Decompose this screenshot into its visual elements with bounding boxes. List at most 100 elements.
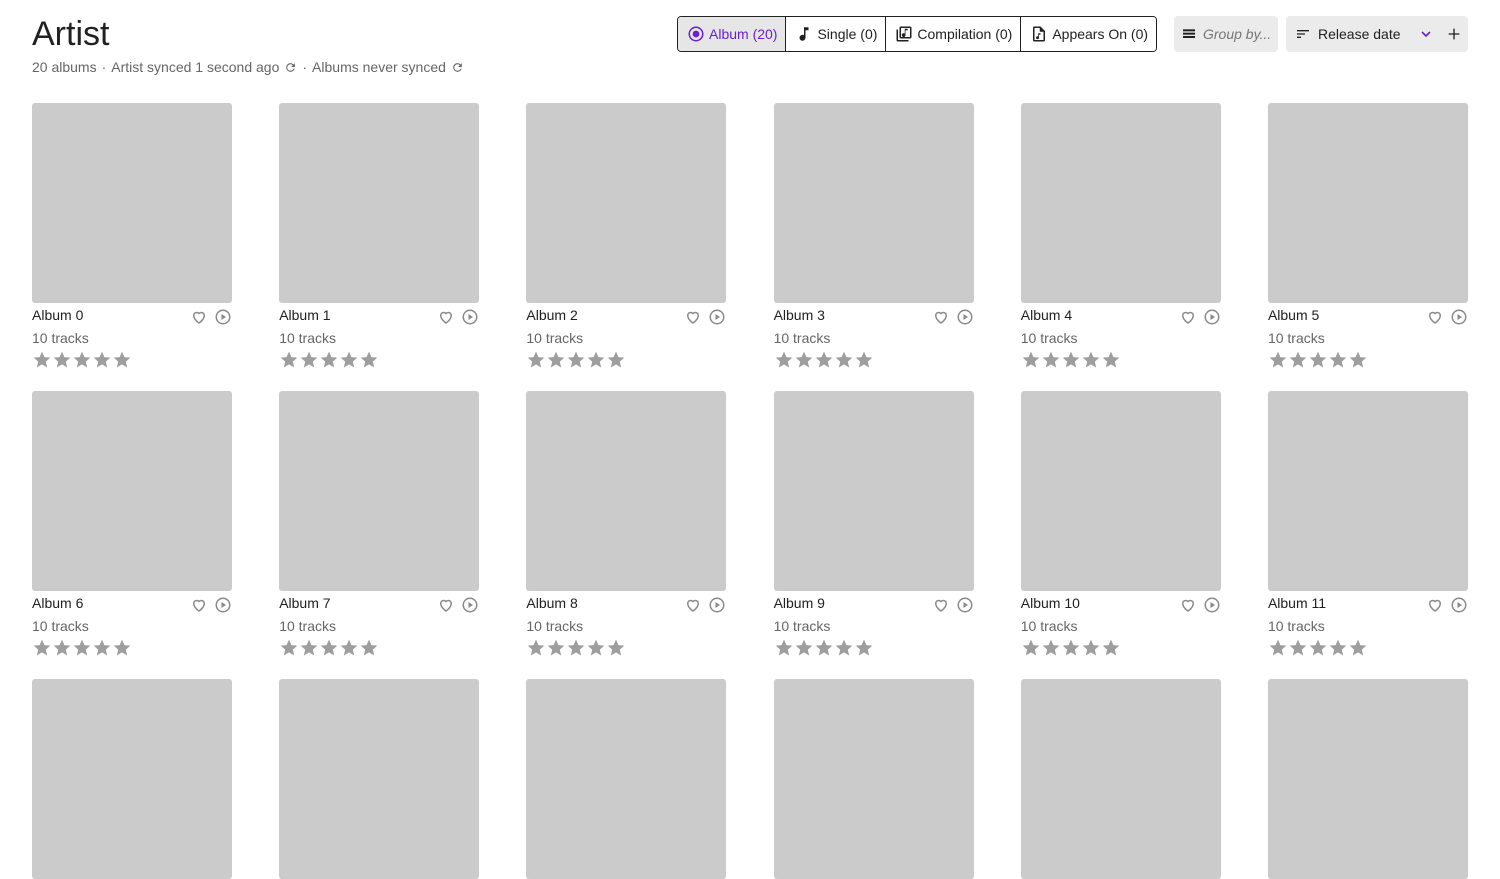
- album-cover[interactable]: [1020, 679, 1221, 879]
- album-cover[interactable]: [279, 103, 480, 303]
- album-cover[interactable]: [32, 391, 232, 591]
- star-icon[interactable]: [1288, 638, 1308, 658]
- star-icon[interactable]: [566, 638, 586, 658]
- heart-icon[interactable]: [932, 308, 950, 326]
- star-icon[interactable]: [1021, 638, 1041, 658]
- star-icon[interactable]: [586, 638, 606, 658]
- star-icon[interactable]: [1041, 638, 1061, 658]
- star-icon[interactable]: [339, 350, 359, 370]
- star-icon[interactable]: [834, 638, 854, 658]
- star-icon[interactable]: [566, 350, 586, 370]
- star-icon[interactable]: [112, 350, 132, 370]
- star-icon[interactable]: [72, 350, 92, 370]
- star-icon[interactable]: [814, 638, 834, 658]
- heart-icon[interactable]: [684, 596, 702, 614]
- star-icon[interactable]: [526, 350, 546, 370]
- heart-icon[interactable]: [190, 308, 208, 326]
- star-icon[interactable]: [1081, 638, 1101, 658]
- star-icon[interactable]: [1041, 350, 1061, 370]
- play-icon[interactable]: [461, 596, 479, 614]
- star-icon[interactable]: [1081, 350, 1101, 370]
- chevron-down-icon[interactable]: [1418, 26, 1434, 42]
- filter-album-button[interactable]: Album (20): [678, 17, 787, 51]
- add-sort-icon[interactable]: [1446, 26, 1462, 42]
- filter-single-button[interactable]: Single (0): [786, 17, 887, 51]
- star-icon[interactable]: [1348, 350, 1368, 370]
- album-cover[interactable]: [773, 391, 974, 591]
- album-cover[interactable]: [773, 103, 974, 303]
- heart-icon[interactable]: [437, 308, 455, 326]
- star-icon[interactable]: [546, 350, 566, 370]
- star-icon[interactable]: [586, 350, 606, 370]
- refresh-albums-icon[interactable]: [451, 61, 464, 74]
- play-icon[interactable]: [1450, 308, 1468, 326]
- star-icon[interactable]: [1308, 638, 1328, 658]
- play-icon[interactable]: [1203, 308, 1221, 326]
- star-icon[interactable]: [92, 350, 112, 370]
- star-icon[interactable]: [1061, 638, 1081, 658]
- sort-select[interactable]: Release date: [1286, 16, 1468, 52]
- album-cover[interactable]: [526, 391, 727, 591]
- star-icon[interactable]: [774, 638, 794, 658]
- album-cover[interactable]: [526, 679, 727, 879]
- play-icon[interactable]: [214, 596, 232, 614]
- star-icon[interactable]: [1021, 350, 1041, 370]
- group-by-select[interactable]: Group by...: [1174, 16, 1278, 52]
- play-icon[interactable]: [461, 308, 479, 326]
- star-icon[interactable]: [1101, 638, 1121, 658]
- star-icon[interactable]: [1288, 350, 1308, 370]
- heart-icon[interactable]: [1426, 308, 1444, 326]
- star-icon[interactable]: [319, 350, 339, 370]
- star-icon[interactable]: [774, 350, 794, 370]
- star-icon[interactable]: [606, 638, 626, 658]
- heart-icon[interactable]: [1179, 596, 1197, 614]
- play-icon[interactable]: [956, 308, 974, 326]
- album-cover[interactable]: [773, 679, 974, 879]
- star-icon[interactable]: [546, 638, 566, 658]
- heart-icon[interactable]: [1426, 596, 1444, 614]
- album-cover[interactable]: [1267, 679, 1468, 879]
- album-cover[interactable]: [279, 679, 480, 879]
- album-cover[interactable]: [1267, 103, 1468, 303]
- star-icon[interactable]: [1268, 638, 1288, 658]
- filter-compilation-button[interactable]: Compilation (0): [886, 17, 1022, 51]
- play-icon[interactable]: [708, 308, 726, 326]
- album-cover[interactable]: [32, 103, 232, 303]
- star-icon[interactable]: [854, 638, 874, 658]
- star-icon[interactable]: [1101, 350, 1121, 370]
- star-icon[interactable]: [606, 350, 626, 370]
- star-icon[interactable]: [32, 350, 52, 370]
- star-icon[interactable]: [279, 638, 299, 658]
- star-icon[interactable]: [814, 350, 834, 370]
- star-icon[interactable]: [794, 638, 814, 658]
- heart-icon[interactable]: [190, 596, 208, 614]
- album-cover[interactable]: [526, 103, 727, 303]
- star-icon[interactable]: [299, 350, 319, 370]
- album-cover[interactable]: [1267, 391, 1468, 591]
- star-icon[interactable]: [279, 350, 299, 370]
- star-icon[interactable]: [52, 350, 72, 370]
- play-icon[interactable]: [1450, 596, 1468, 614]
- album-cover[interactable]: [32, 679, 232, 879]
- star-icon[interactable]: [359, 638, 379, 658]
- star-icon[interactable]: [526, 638, 546, 658]
- star-icon[interactable]: [359, 350, 379, 370]
- star-icon[interactable]: [1061, 350, 1081, 370]
- star-icon[interactable]: [112, 638, 132, 658]
- play-icon[interactable]: [214, 308, 232, 326]
- heart-icon[interactable]: [1179, 308, 1197, 326]
- play-icon[interactable]: [708, 596, 726, 614]
- star-icon[interactable]: [32, 638, 52, 658]
- star-icon[interactable]: [1348, 638, 1368, 658]
- star-icon[interactable]: [1268, 350, 1288, 370]
- heart-icon[interactable]: [932, 596, 950, 614]
- heart-icon[interactable]: [437, 596, 455, 614]
- star-icon[interactable]: [1328, 350, 1348, 370]
- album-cover[interactable]: [1020, 103, 1221, 303]
- star-icon[interactable]: [299, 638, 319, 658]
- album-cover[interactable]: [279, 391, 480, 591]
- play-icon[interactable]: [956, 596, 974, 614]
- album-cover[interactable]: [1020, 391, 1221, 591]
- star-icon[interactable]: [319, 638, 339, 658]
- heart-icon[interactable]: [684, 308, 702, 326]
